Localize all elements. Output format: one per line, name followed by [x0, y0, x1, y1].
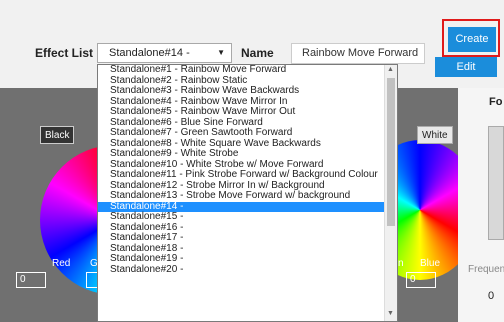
dropdown-items: Standalone#1 - Rainbow Move Forward Stand… [98, 65, 397, 275]
dropdown-option[interactable]: Standalone#1 - Rainbow Move Forward [98, 65, 397, 76]
dropdown-option[interactable]: Standalone#7 - Green Sawtooth Forward [98, 127, 397, 139]
chevron-down-icon: ▼ [217, 48, 225, 57]
name-input[interactable]: Rainbow Move Forward [291, 43, 425, 64]
blue-label: Blue [420, 258, 441, 269]
white-button[interactable]: White [417, 126, 453, 144]
dropdown-scrollbar[interactable]: ▲ ▼ [384, 65, 397, 321]
dropdown-option[interactable]: Standalone#20 - [98, 264, 397, 276]
red-input[interactable]: 0 [16, 272, 46, 288]
frequency-slider[interactable] [488, 126, 504, 240]
scrollbar-thumb[interactable] [387, 78, 395, 226]
dropdown-option[interactable]: Standalone#9 - White Strobe [98, 148, 397, 160]
right-panel: Fo Frequen 0 [458, 88, 504, 322]
dropdown-option[interactable]: Standalone#19 - [98, 253, 397, 265]
scroll-down-icon[interactable]: ▼ [387, 310, 394, 317]
name-label: Name [241, 46, 274, 60]
create-button[interactable]: Create [448, 27, 496, 52]
frequency-value: 0 [488, 290, 495, 302]
dropdown-option[interactable]: Standalone#13 - Strobe Move Forward w/ b… [98, 190, 397, 202]
right-panel-header: Fo [489, 96, 503, 108]
effect-dropdown-list[interactable]: Standalone#1 - Rainbow Move Forward Stand… [97, 64, 398, 322]
n-label: n [398, 258, 404, 269]
red-label: Red [52, 258, 71, 269]
blue-input[interactable]: 0 [406, 272, 436, 288]
dropdown-option[interactable]: Standalone#3 - Rainbow Wave Backwards [98, 85, 397, 97]
dropdown-option[interactable]: Standalone#5 - Rainbow Wave Mirror Out [98, 106, 397, 118]
effect-list-selected-value: Standalone#14 - [109, 47, 190, 59]
black-button[interactable]: Black [40, 126, 75, 144]
scroll-up-icon[interactable]: ▲ [387, 66, 394, 73]
dropdown-option[interactable]: Standalone#17 - [98, 232, 397, 244]
dropdown-option[interactable]: Standalone#15 - [98, 211, 397, 223]
effect-list-select[interactable]: Standalone#14 - ▼ [97, 43, 232, 63]
frequency-label: Frequen [468, 264, 504, 275]
dropdown-option[interactable]: Standalone#11 - Pink Strobe Forward w/ B… [98, 169, 397, 181]
edit-button[interactable]: Edit [435, 57, 497, 77]
effect-list-label: Effect List [35, 46, 94, 60]
